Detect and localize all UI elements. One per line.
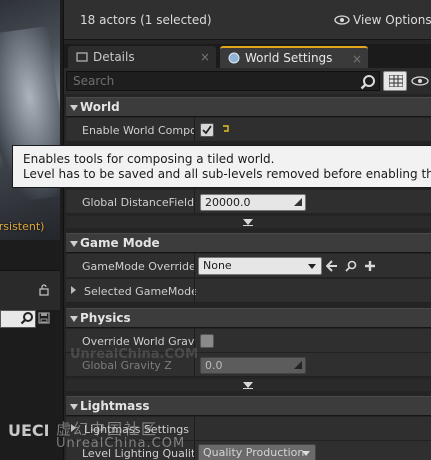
watermark-faint: UnrealChina.COM xyxy=(70,347,199,362)
drag-handle-icon xyxy=(294,198,302,206)
world-advanced-expander[interactable] xyxy=(66,216,431,228)
drag-handle-icon xyxy=(294,361,302,369)
check-icon xyxy=(202,125,212,135)
tab-bar: Details × World Settings × xyxy=(64,44,431,68)
grid-view-icon xyxy=(389,75,403,87)
dropdown-value: Quality Production xyxy=(203,446,305,459)
section-title: Lightmass xyxy=(80,399,150,413)
view-options-button[interactable]: View Options ▼ xyxy=(334,13,431,27)
section-title: Physics xyxy=(80,311,131,325)
section-gamemode-header[interactable]: Game Mode xyxy=(66,233,431,253)
tab-label: Details xyxy=(93,50,135,64)
grid-view-button[interactable] xyxy=(383,71,407,91)
levels-toolbar xyxy=(0,270,60,310)
physics-advanced-expander[interactable] xyxy=(66,379,431,391)
tooltip-line-1: Enables tools for composing a tiled worl… xyxy=(23,152,275,166)
left-pane: ersistent) UECN xyxy=(0,0,64,460)
eye-icon[interactable] xyxy=(411,76,429,86)
save-icon[interactable] xyxy=(38,312,50,324)
property-label: Selected GameMode xyxy=(84,285,196,298)
watermark-en: UnrealChina.COM xyxy=(56,436,186,451)
uecn-logo: UECN xyxy=(8,421,48,440)
collapse-triangle-icon xyxy=(70,404,78,410)
svg-text:UECN: UECN xyxy=(8,421,48,440)
section-lightmass-header[interactable]: Lightmass xyxy=(66,396,431,416)
column-splitter[interactable] xyxy=(194,279,195,302)
section-physics-header[interactable]: Physics xyxy=(66,308,431,328)
world-icon xyxy=(228,52,240,64)
outliner-footer: 18 actors (1 selected) View Options ▼ xyxy=(64,0,431,40)
details-column: 18 actors (1 selected) View Options ▼ De… xyxy=(64,0,431,460)
gamemode-override-dropdown[interactable]: None xyxy=(198,257,322,275)
plus-icon[interactable] xyxy=(364,260,376,272)
tooltip: Enables tools for composing a tiled worl… xyxy=(12,145,431,188)
magnifier-icon[interactable] xyxy=(345,260,357,272)
column-splitter[interactable] xyxy=(194,441,195,460)
close-icon[interactable]: × xyxy=(352,52,362,66)
tooltip-line-2: Level has to be saved and all sub-levels… xyxy=(23,167,431,181)
lock-icon[interactable] xyxy=(38,284,50,296)
column-splitter[interactable] xyxy=(194,190,195,213)
details-search-row: Search xyxy=(64,68,431,94)
arrow-left-icon[interactable] xyxy=(326,260,338,272)
close-icon[interactable]: × xyxy=(200,50,210,64)
collapse-triangle-icon xyxy=(70,316,78,322)
collapse-triangle-icon xyxy=(70,241,78,247)
chevron-down-icon xyxy=(308,264,316,269)
level-lighting-quality-dropdown[interactable]: Quality Production xyxy=(198,444,316,460)
global-gravity-z-field[interactable]: 0.0 xyxy=(200,357,306,374)
dropdown-value: None xyxy=(203,259,232,272)
column-splitter[interactable] xyxy=(194,118,195,141)
row-selected-gamemode[interactable]: Selected GameMode xyxy=(66,279,431,303)
search-icon[interactable] xyxy=(360,74,376,90)
section-title: World xyxy=(80,100,120,114)
row-global-distancefield: Global DistanceField \ 20000.0 xyxy=(66,190,431,214)
expand-bar xyxy=(243,225,253,226)
details-icon xyxy=(76,52,88,62)
expand-triangle-icon xyxy=(71,286,76,294)
search-icon[interactable] xyxy=(20,311,34,325)
section-title: Game Mode xyxy=(80,236,160,250)
property-label: Enable World Compos xyxy=(82,124,194,137)
search-input[interactable]: Search xyxy=(66,71,380,91)
column-splitter[interactable] xyxy=(194,417,195,440)
tab-details[interactable]: Details × xyxy=(68,46,216,68)
field-value: 0.0 xyxy=(205,359,223,372)
chevron-down-icon xyxy=(302,451,310,456)
eye-icon xyxy=(334,15,350,25)
column-splitter[interactable] xyxy=(194,254,195,277)
actor-count: 18 actors (1 selected) xyxy=(80,13,212,27)
expand-bar xyxy=(243,388,253,389)
property-label: GameMode Override xyxy=(82,260,194,273)
tab-world-settings[interactable]: World Settings × xyxy=(220,46,368,68)
level-viewport[interactable] xyxy=(0,0,60,240)
enable-world-composition-checkbox[interactable] xyxy=(200,123,214,137)
row-gamemode-override: GameMode Override None xyxy=(66,254,431,278)
section-world-header[interactable]: World xyxy=(66,97,431,117)
view-options-label: View Options xyxy=(353,13,431,27)
field-value: 20000.0 xyxy=(205,196,251,209)
level-persistent-label: ersistent) xyxy=(0,220,45,233)
row-enable-world-composition: Enable World Compos xyxy=(66,118,431,142)
reset-arrow-icon[interactable] xyxy=(221,124,231,134)
property-label: Global DistanceField \ xyxy=(82,196,194,209)
tab-label: World Settings xyxy=(245,51,333,65)
override-world-gravity-checkbox[interactable] xyxy=(200,334,214,348)
global-distancefield-field[interactable]: 20000.0 xyxy=(200,194,306,211)
collapse-triangle-icon xyxy=(70,105,78,111)
